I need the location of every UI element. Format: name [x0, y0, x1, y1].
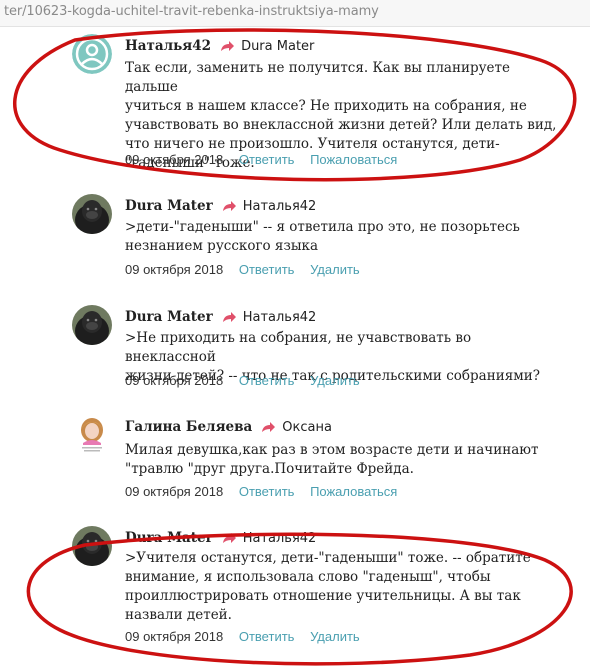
reply-arrow-icon — [221, 199, 237, 213]
comment-date: 09 октября 2018 — [125, 262, 224, 277]
reply-target[interactable]: Наталья42 — [243, 310, 317, 325]
reply-link[interactable]: Ответить — [239, 629, 295, 644]
address-bar[interactable]: ter/10623-kogda-uchitel-travit-rebenka-i… — [0, 0, 590, 27]
comment-author[interactable]: Dura Mater — [125, 198, 213, 214]
avatar-girl-picture[interactable] — [72, 415, 112, 455]
comment-author[interactable]: Галина Беляева — [125, 419, 252, 435]
comment-line: назвали детей. — [125, 607, 232, 623]
comment-author[interactable]: Dura Mater — [125, 530, 213, 546]
comment-line: учавствовать во внеклассной жизни детей?… — [125, 117, 557, 133]
comment-author[interactable]: Dura Mater — [125, 309, 213, 325]
avatar-gorilla-photo[interactable] — [72, 526, 112, 566]
comment-header: Галина Беляева Оксана — [125, 419, 332, 435]
avatar-gorilla-photo[interactable] — [72, 194, 112, 234]
reply-target[interactable]: Наталья42 — [243, 199, 317, 214]
reply-link[interactable]: Ответить — [239, 373, 295, 388]
comment-line: >Учителя останутся, дети-"гаденыши" тоже… — [125, 550, 531, 566]
comment-date: 09 октября 2018 — [125, 484, 224, 499]
comment-meta: 09 октября 2018 Ответить Удалить — [125, 373, 360, 388]
delete-link[interactable]: Удалить — [310, 629, 360, 644]
comment-meta: 09 октября 2018 Ответить Удалить — [125, 629, 360, 644]
comment-header: Dura Mater Наталья42 — [125, 198, 316, 214]
reply-target[interactable]: Наталья42 — [243, 531, 317, 546]
url-text[interactable]: ter/10623-kogda-uchitel-travit-rebenka-i… — [4, 4, 379, 19]
comment-header: Наталья42 Dura Mater — [125, 38, 314, 54]
comment-line: незнанием русского языка — [125, 238, 319, 254]
reply-link[interactable]: Ответить — [239, 152, 295, 167]
comment-line: Милая девушка,как раз в этом возрасте де… — [125, 442, 539, 458]
comment-header: Dura Mater Наталья42 — [125, 309, 316, 325]
comment-author[interactable]: Наталья42 — [125, 38, 211, 54]
comment-text: >Учителя останутся, дети-"гаденыши" тоже… — [125, 549, 565, 625]
reply-arrow-icon — [219, 39, 235, 53]
comment-text: Милая девушка,как раз в этом возрасте де… — [125, 441, 565, 479]
reply-link[interactable]: Ответить — [239, 262, 295, 277]
comment-date: 09 октября 2018 — [125, 629, 224, 644]
reply-link[interactable]: Ответить — [239, 484, 295, 499]
avatar-user-icon[interactable] — [72, 34, 112, 74]
comment-line: Так если, заменить не получится. Как вы … — [125, 60, 510, 95]
comment-line: проиллюстрировать отношение учительницы.… — [125, 588, 521, 604]
comment-meta: 09 октября 2018 Ответить Удалить — [125, 262, 360, 277]
comment-line: >дети-"гаденыши" -- я ответила про это, … — [125, 219, 520, 235]
comment-line: внимание, я использовала слово "гаденыш"… — [125, 569, 491, 585]
reply-arrow-icon — [260, 420, 276, 434]
avatar-gorilla-photo[interactable] — [72, 305, 112, 345]
reply-target[interactable]: Оксана — [282, 420, 332, 435]
comment-meta: 09 октября 2018 Ответить Пожаловаться — [125, 152, 397, 167]
comment-text: >дети-"гаденыши" -- я ответила про это, … — [125, 218, 565, 256]
comment-header: Dura Mater Наталья42 — [125, 530, 316, 546]
report-link[interactable]: Пожаловаться — [310, 152, 397, 167]
reply-arrow-icon — [221, 531, 237, 545]
comment-line: учиться в нашем классе? Не приходить на … — [125, 98, 527, 114]
reply-arrow-icon — [221, 310, 237, 324]
comment-date: 09 октября 2018 — [125, 152, 224, 167]
comment-line: >Не приходить на собрания, не учавствова… — [125, 330, 472, 365]
report-link[interactable]: Пожаловаться — [310, 484, 397, 499]
delete-link[interactable]: Удалить — [310, 373, 360, 388]
comment-meta: 09 октября 2018 Ответить Пожаловаться — [125, 484, 397, 499]
comment-line: "травлю "друг друга.Почитайте Фрейда. — [125, 461, 414, 477]
delete-link[interactable]: Удалить — [310, 262, 360, 277]
comment-date: 09 октября 2018 — [125, 373, 224, 388]
reply-target[interactable]: Dura Mater — [241, 39, 314, 54]
